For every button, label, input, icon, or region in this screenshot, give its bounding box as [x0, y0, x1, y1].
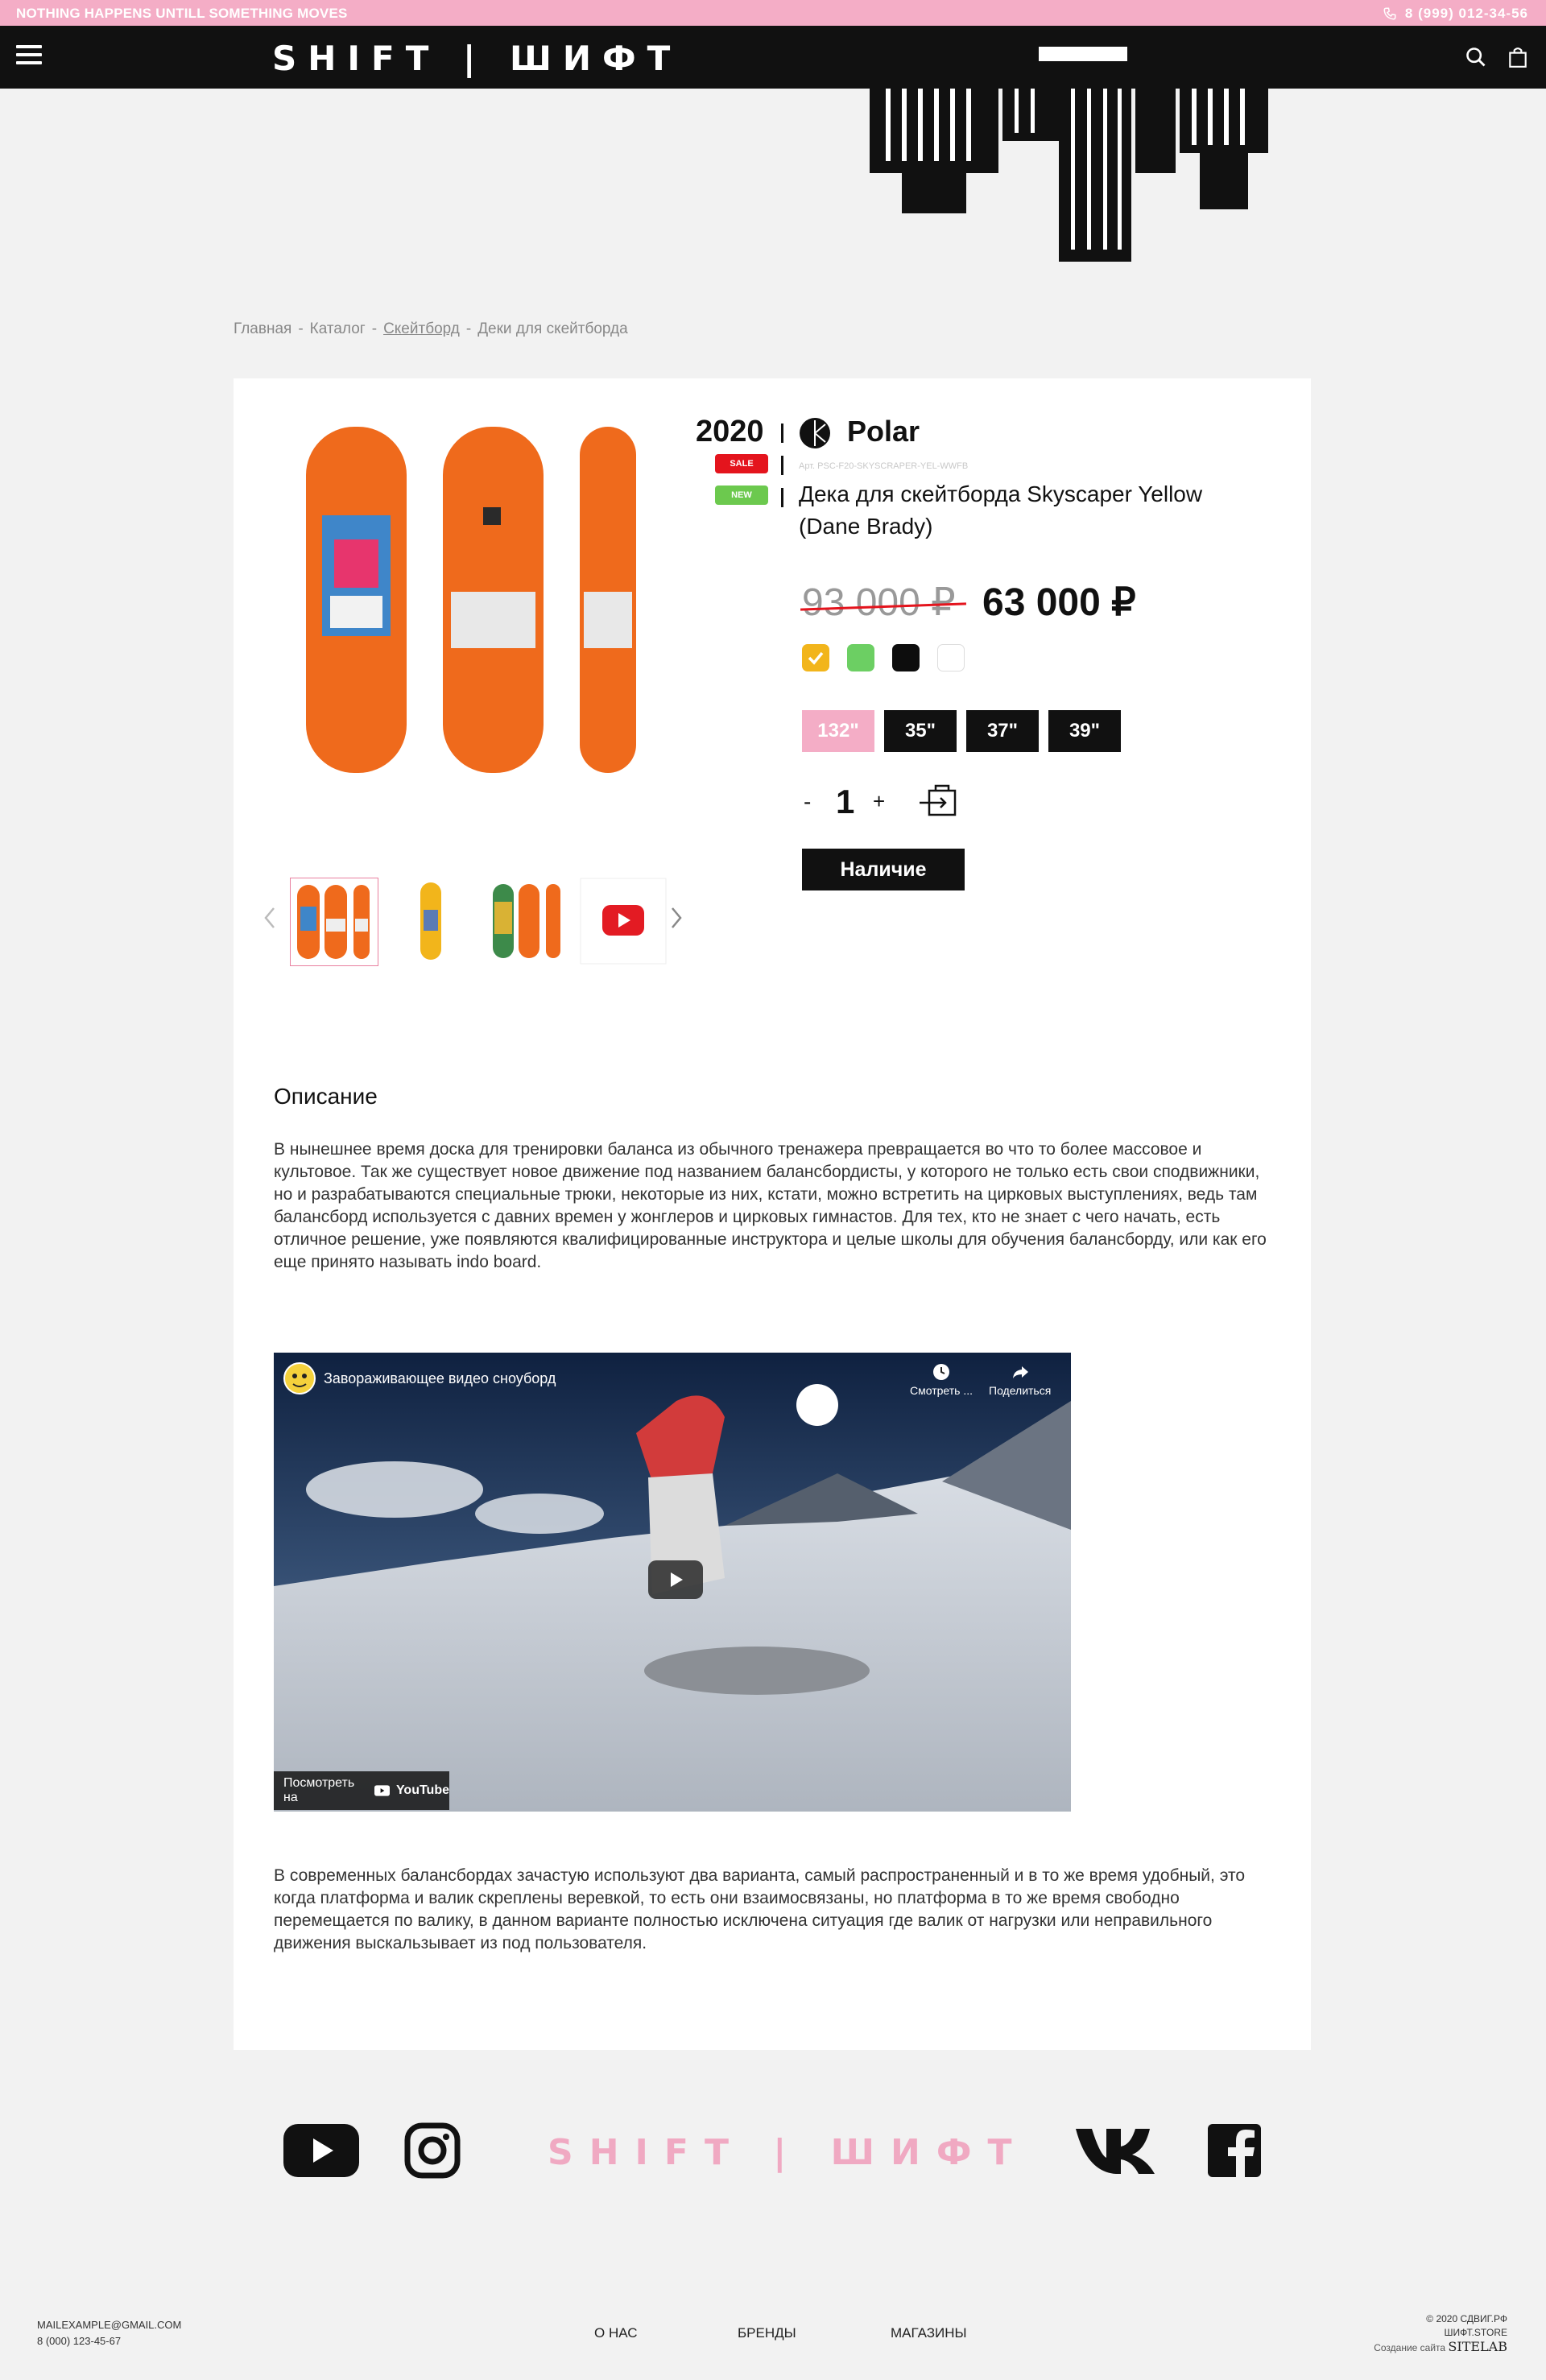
thumbnail-1[interactable] [290, 878, 378, 966]
color-swatch[interactable] [802, 644, 829, 671]
watch-on-youtube[interactable]: Посмотреть на YouTube [274, 1771, 449, 1810]
size-option[interactable]: 35" [884, 710, 957, 752]
phone-number[interactable]: 8 (999) 012-34-56 [1405, 6, 1528, 22]
made-by-label: Создание сайта [1374, 2342, 1446, 2353]
product-title: Дека для скейтборда Skyscaper Yellow (Da… [799, 481, 1203, 539]
slogan: NOTHING HAPPENS UNTILL SOMETHING MOVES [16, 6, 348, 21]
share-icon [1012, 1366, 1028, 1378]
breadcrumb: Главная - Каталог - Скейтборд - Деки для… [234, 320, 628, 338]
breadcrumb-separator: - [298, 320, 304, 337]
breadcrumb-separator: - [371, 320, 378, 337]
thumbnail-video[interactable] [580, 878, 668, 966]
breadcrumb-skateboard[interactable]: Скейтборд [383, 320, 460, 338]
description-paragraph: В нынешнее время доска для тренировки ба… [274, 1140, 1267, 1271]
chevron-right-icon[interactable] [664, 902, 688, 934]
size-option[interactable]: 132" [802, 710, 874, 752]
watch-later-label: Смотреть ... [910, 1384, 973, 1397]
current-price: 63 000 ₽ [982, 581, 1136, 624]
share-button[interactable]: Поделиться [989, 1362, 1051, 1397]
play-button[interactable] [648, 1560, 703, 1599]
thumbnail-2[interactable] [386, 878, 475, 966]
availability-button[interactable]: Наличие [802, 849, 965, 890]
divider [781, 424, 783, 443]
menu-icon[interactable] [16, 45, 42, 68]
quantity-value: 1 [836, 783, 855, 820]
header-actions [1464, 45, 1530, 69]
vk-icon[interactable] [1074, 2122, 1163, 2179]
site-maker[interactable]: Создание сайта SITELAB [1374, 2340, 1507, 2355]
footer-phone[interactable]: 8 (000) 123-45-67 [37, 2333, 181, 2349]
channel-avatar-icon[interactable] [283, 1362, 316, 1395]
sale-badge: SALE [715, 454, 768, 473]
header-logo[interactable]: SHIFT | ШИФТ [272, 39, 681, 78]
header: SHIFT | ШИФТ [0, 26, 1546, 89]
new-badge: NEW [715, 486, 768, 505]
copyright: © 2020 СДВИГ.РФ [1426, 2313, 1507, 2324]
share-label: Поделиться [989, 1384, 1052, 1397]
instagram-icon[interactable] [404, 2122, 461, 2179]
color-swatch[interactable] [847, 644, 874, 671]
youtube-icon [374, 1785, 390, 1796]
thumbnail-3[interactable] [483, 878, 572, 966]
brand-name[interactable]: Polar [847, 415, 920, 448]
watch-on-label: Посмотреть на [283, 1776, 355, 1804]
footer-contacts: MAILEXAMPLE@GMAIL.COM 8 (000) 123-45-67 [37, 2317, 181, 2349]
video-embed[interactable]: Завораживающее видео сноуборд Смотреть .… [274, 1353, 1071, 1812]
color-swatch[interactable] [937, 644, 965, 671]
add-to-cart-icon[interactable] [918, 781, 963, 821]
footer-nav-about[interactable]: О НАС [594, 2325, 637, 2341]
watch-later-button[interactable]: Смотреть ... [910, 1362, 973, 1397]
old-price: 93 000 ₽ [802, 581, 956, 624]
youtube-wordmark: YouTube [395, 1783, 449, 1797]
product-main-image[interactable] [298, 427, 660, 781]
size-option[interactable]: 37" [966, 710, 1039, 752]
footer-nav-stores[interactable]: МАГАЗИНЫ [891, 2325, 967, 2341]
divider [781, 456, 783, 475]
sitelab-logo[interactable]: SITELAB [1448, 2339, 1507, 2354]
footer-credits: © 2020 СДВИГ.РФ ШИФТ.STORE Создание сайт… [1374, 2312, 1507, 2355]
top-bar: NOTHING HAPPENS UNTILL SOMETHING MOVES 8… [0, 0, 1546, 26]
footer-logo[interactable]: SHIFT | ШИФТ [548, 2132, 1028, 2173]
store-name: ШИФТ.STORE [1444, 2327, 1507, 2338]
phone-icon [1383, 7, 1396, 20]
product-year: 2020 [696, 415, 764, 448]
thumbnail-carousel [258, 870, 692, 966]
chevron-left-icon[interactable] [258, 902, 282, 934]
divider [781, 488, 783, 507]
checkmark-icon [808, 651, 824, 665]
youtube-icon[interactable] [283, 2122, 359, 2179]
product-card: 2020 Polar SALE Арт. PSC-F20-SKYSCRAPER-… [234, 378, 1311, 2050]
quantity-decrease-button[interactable]: - [804, 789, 811, 815]
product-article: Арт. PSC-F20-SKYSCRAPER-YEL-WWFB [799, 461, 969, 471]
breadcrumb-home[interactable]: Главная [234, 320, 291, 338]
breadcrumb-catalog[interactable]: Каталог [310, 320, 366, 338]
city-illustration [860, 40, 1271, 262]
footer-nav-brands[interactable]: БРЕНДЫ [738, 2325, 796, 2341]
quantity-increase-button[interactable]: + [873, 789, 885, 814]
facebook-icon[interactable] [1208, 2122, 1263, 2179]
bag-icon[interactable] [1506, 45, 1530, 69]
size-option[interactable]: 39" [1048, 710, 1121, 752]
footer-email[interactable]: MAILEXAMPLE@GMAIL.COM [37, 2317, 181, 2333]
header-phone[interactable]: 8 (999) 012-34-56 [1383, 6, 1528, 22]
polar-brand-icon[interactable] [799, 417, 831, 449]
search-icon[interactable] [1464, 45, 1488, 69]
play-icon [671, 1572, 683, 1587]
color-swatch[interactable] [892, 644, 920, 671]
breadcrumb-current: Деки для скейтборда [477, 320, 628, 337]
video-title[interactable]: Завораживающее видео сноуборд [324, 1370, 556, 1387]
breadcrumb-separator: - [465, 320, 472, 337]
clock-icon [933, 1364, 949, 1380]
description-paragraph-2: В современных балансбордах зачастую испо… [274, 1866, 1246, 1952]
description-heading: Описание [274, 1084, 378, 1109]
